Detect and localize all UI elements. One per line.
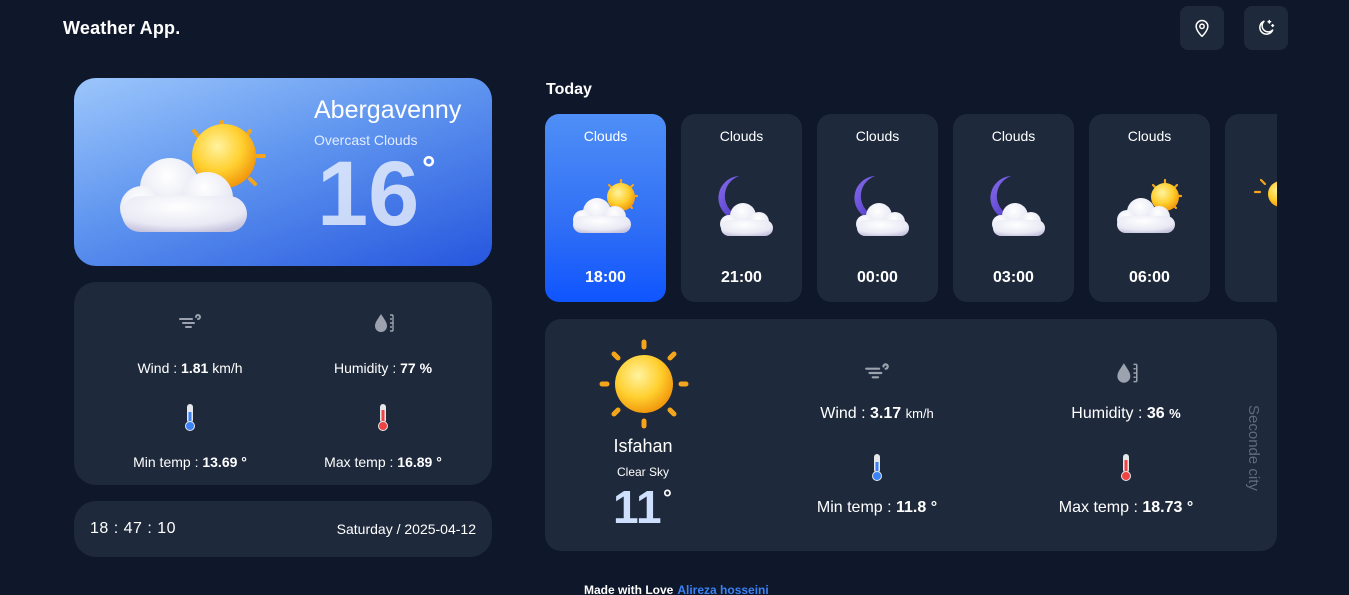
- min-temp-label: Min temp :: [133, 454, 203, 470]
- location-button[interactable]: [1180, 6, 1224, 50]
- forecast-description: Clouds: [855, 128, 900, 144]
- forecast-card[interactable]: R 09: [1225, 114, 1277, 302]
- forecast-description: Clouds: [991, 128, 1036, 144]
- moon-stars-icon: [1259, 19, 1275, 35]
- forecast-time: 09: [1225, 269, 1278, 287]
- sun-rain-cloud-icon: [1253, 178, 1277, 207]
- humidity-unit: %: [1169, 406, 1181, 421]
- forecast-description: Clouds: [719, 128, 764, 144]
- footer-text: Made with Love: [584, 583, 674, 595]
- thermometer-hot-icon: [1121, 454, 1131, 481]
- max-temp-label: Max temp :: [324, 454, 398, 470]
- clock-date: Saturday / 2025-04-12: [336, 521, 476, 537]
- humidity-unit: %: [419, 360, 433, 376]
- wind-unit: km/h: [212, 360, 243, 376]
- second-city-panel: Isfahan Clear Sky 11 ° Wind : 3.17 km/h …: [545, 319, 1277, 551]
- forecast-card[interactable]: Clouds 18:00: [545, 114, 666, 302]
- sun-icon: [599, 339, 689, 429]
- hourly-forecast-strip[interactable]: Clouds 18:00 Clouds 21:00 Clouds 00:00 C…: [545, 114, 1277, 304]
- moon-cloud-icon: [718, 176, 773, 236]
- forecast-description: R: [1225, 128, 1277, 144]
- footer: Made with Love Alireza hosseini: [584, 583, 769, 595]
- wind-icon: [865, 363, 889, 379]
- min-temp-value: 11.8 °: [896, 499, 938, 516]
- city-name: Abergavenny: [314, 96, 462, 124]
- forecast-time: 00:00: [857, 269, 898, 286]
- humidity-stat: Humidity : 77 %: [283, 306, 483, 376]
- forecast-card[interactable]: Clouds 06:00: [1089, 114, 1210, 302]
- wind-stat: Wind : 1.81 km/h: [90, 306, 290, 376]
- app-title: Weather App.: [63, 18, 181, 38]
- clock-time: 18 : 47 : 10: [90, 520, 177, 537]
- today-heading: Today: [546, 81, 592, 98]
- humidity-label: Humidity :: [333, 360, 401, 376]
- forecast-description: Clouds: [583, 128, 628, 144]
- second-min-temp-stat: Min temp : 11.8 °: [767, 449, 987, 517]
- max-temp-stat: Max temp : 16.89 °: [283, 400, 483, 470]
- degree-symbol: °: [422, 150, 436, 188]
- forecast-description: Clouds: [1127, 128, 1172, 144]
- forecast-card[interactable]: Clouds 03:00: [953, 114, 1074, 302]
- forecast-time: 03:00: [993, 269, 1034, 286]
- humidity-value: 77: [400, 360, 416, 376]
- wind-value: 3.17: [870, 405, 902, 422]
- wind-value: 1.81: [181, 360, 209, 376]
- theme-toggle-button[interactable]: [1244, 6, 1288, 50]
- min-temp-value: 13.69 °: [202, 454, 247, 470]
- second-city-name: Isfahan: [613, 436, 673, 456]
- moon-cloud-icon: [990, 176, 1045, 236]
- sun-behind-cloud-icon: [573, 178, 639, 233]
- thermometer-cold-icon: [872, 454, 882, 481]
- wind-unit: km/h: [905, 406, 934, 421]
- humidity-label: Humidity :: [1071, 405, 1147, 422]
- forecast-time: 18:00: [585, 269, 626, 286]
- second-wind-stat: Wind : 3.17 km/h: [767, 355, 987, 423]
- wind-icon: [179, 314, 201, 328]
- second-city-temperature: 11: [613, 481, 662, 533]
- main-weather-card: Abergavenny Overcast Clouds 16 °: [74, 78, 492, 266]
- max-temp-value: 18.73 °: [1142, 499, 1194, 516]
- thermometer-hot-icon: [378, 404, 388, 431]
- wind-label: Wind :: [137, 360, 182, 376]
- location-pin-icon: [1195, 19, 1209, 38]
- second-city-description: Clear Sky: [616, 465, 669, 479]
- thermometer-cold-icon: [185, 404, 195, 431]
- min-temp-label: Min temp :: [816, 499, 897, 516]
- main-stats-panel: Wind : 1.81 km/h Humidity : 77 % Min tem…: [74, 282, 492, 485]
- max-temp-value: 16.89 °: [397, 454, 442, 470]
- sun-behind-cloud-icon: [120, 120, 266, 232]
- temperature: 16: [317, 143, 420, 245]
- forecast-card[interactable]: Clouds 00:00: [817, 114, 938, 302]
- second-humidity-stat: Humidity : 36 %: [1016, 355, 1236, 423]
- humidity-icon: [375, 314, 394, 332]
- forecast-card[interactable]: Clouds 21:00: [681, 114, 802, 302]
- clock-panel: 18 : 47 : 10 Saturday / 2025-04-12: [74, 501, 492, 557]
- author-link[interactable]: Alireza hosseini: [677, 583, 768, 595]
- max-temp-label: Max temp :: [1058, 499, 1143, 516]
- wind-label: Wind :: [820, 405, 871, 422]
- forecast-time: 21:00: [721, 269, 762, 286]
- second-city-vertical-label: Seconde city: [1245, 405, 1262, 491]
- forecast-time: 06:00: [1129, 269, 1170, 286]
- moon-cloud-icon: [854, 176, 909, 236]
- second-city-degree-symbol: °: [663, 485, 672, 510]
- sun-behind-cloud-icon: [1117, 178, 1183, 233]
- humidity-icon: [1117, 363, 1138, 383]
- second-max-temp-stat: Max temp : 18.73 °: [1016, 449, 1236, 517]
- humidity-value: 36: [1146, 405, 1165, 422]
- min-temp-stat: Min temp : 13.69 °: [90, 400, 290, 470]
